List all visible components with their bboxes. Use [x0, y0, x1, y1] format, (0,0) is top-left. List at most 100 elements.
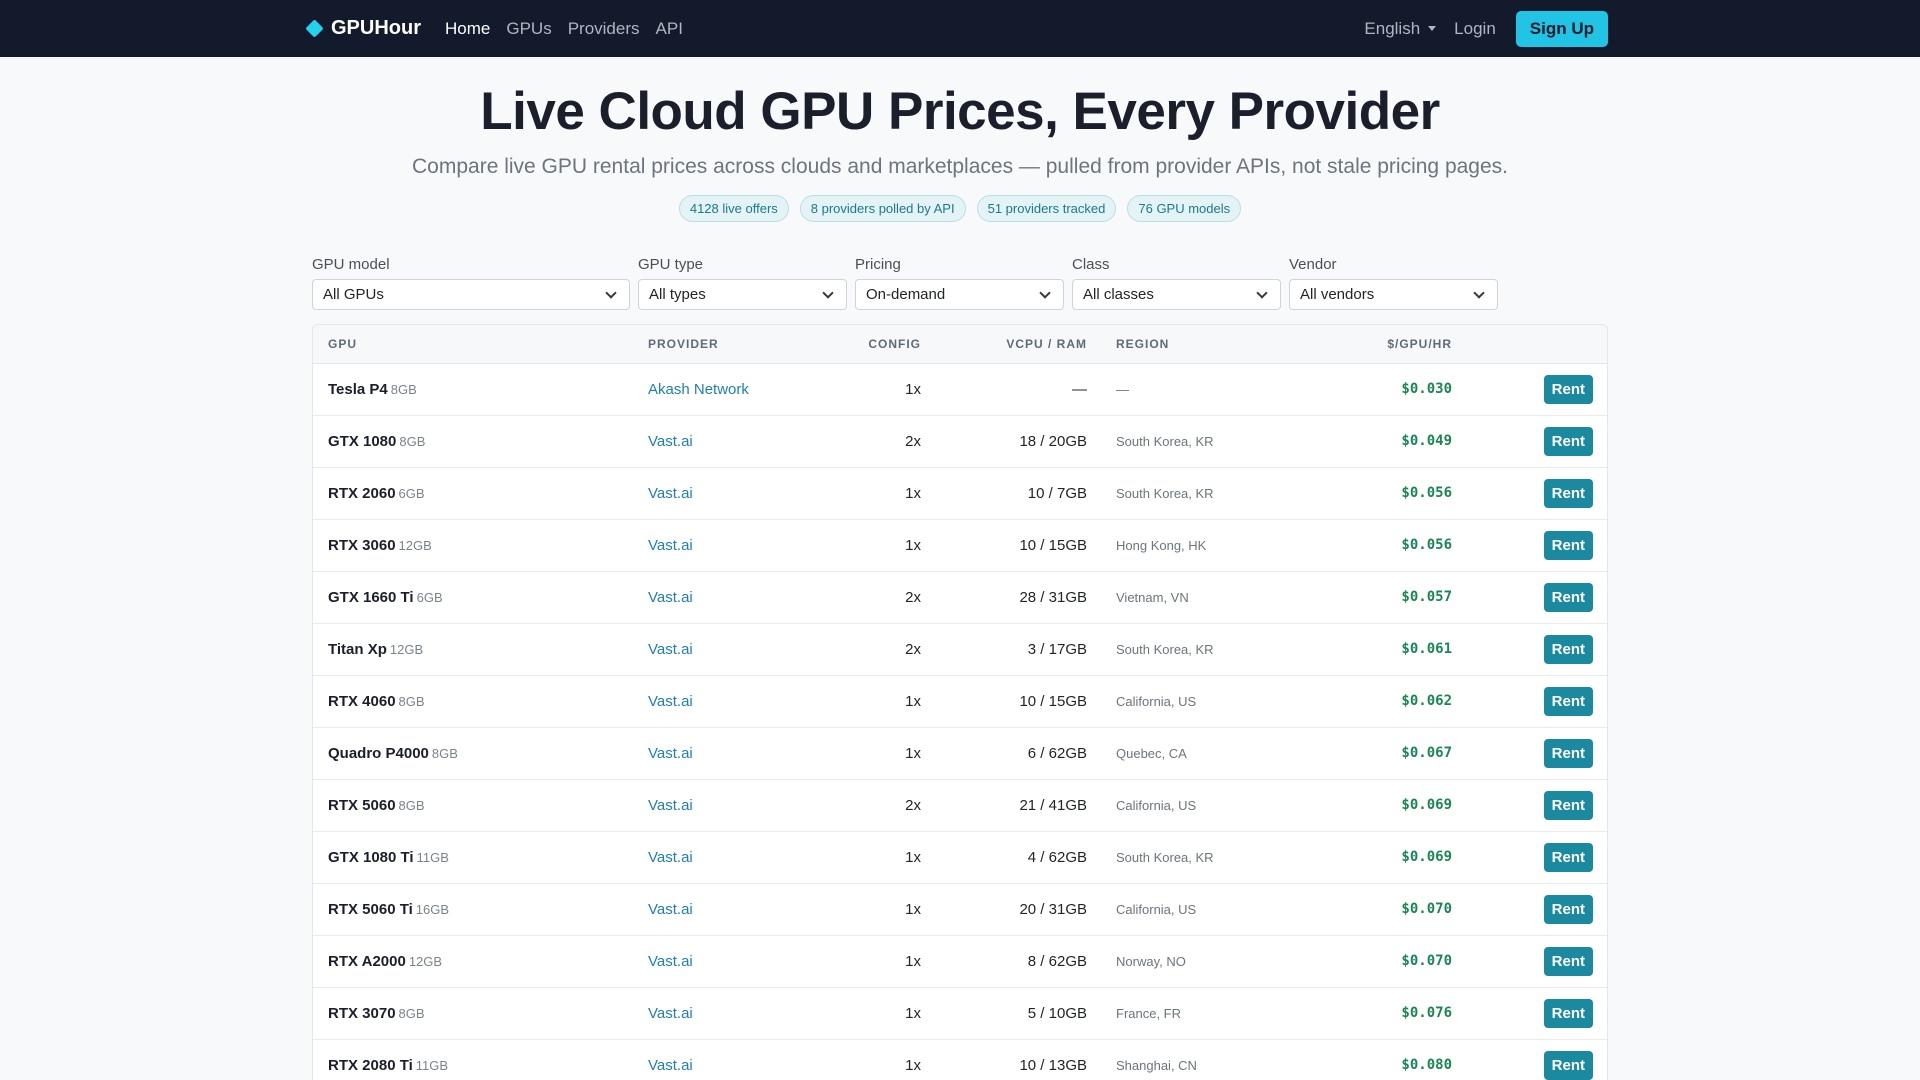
gpu-type-select[interactable]: All types: [638, 279, 847, 311]
filter-label: GPU type: [638, 256, 704, 274]
login-link[interactable]: Login: [1454, 19, 1496, 39]
gpu-cell: RTX 3060 12GB: [313, 519, 648, 571]
chevron-down-icon: [1256, 287, 1268, 299]
brand-logo[interactable]: GPUHour: [305, 17, 421, 40]
filter-gpu-model: GPU model All GPUs: [312, 256, 630, 311]
provider-cell: Vast.ai: [648, 935, 818, 987]
offers-table-card: GPU Provider Config vCPU / RAM Region $/…: [312, 324, 1608, 1080]
language-dropdown[interactable]: English: [1364, 18, 1437, 39]
language-label: English: [1364, 18, 1421, 38]
region-cell: South Korea, KR: [1116, 849, 1214, 865]
gpu-memory: 8GB: [390, 381, 417, 397]
table-row: RTX 2080 Ti 11GB Vast.ai 1x 10 / 13GB Shangha…: [313, 1039, 1607, 1080]
gpu-memory: 6GB: [416, 589, 443, 605]
select-value: All GPUs: [323, 286, 384, 304]
provider-link[interactable]: Vast.ai: [648, 745, 693, 762]
caret-down-icon: [1428, 26, 1437, 31]
rent-button[interactable]: Rent: [1543, 790, 1593, 820]
class-select[interactable]: All classes: [1072, 279, 1281, 311]
gpu-cell: GTX 1660 Ti 6GB: [313, 571, 648, 623]
nav-right: English Login Sign Up: [1364, 10, 1608, 47]
rent-button[interactable]: Rent: [1543, 946, 1593, 976]
provider-link[interactable]: Vast.ai: [648, 589, 693, 606]
provider-link[interactable]: Vast.ai: [648, 849, 693, 866]
nav-left: GPUHour Home GPUs Providers API: [305, 17, 699, 40]
filter-label: Class: [1072, 256, 1110, 274]
nav-gpus[interactable]: GPUs: [506, 19, 551, 39]
provider-link[interactable]: Vast.ai: [648, 641, 693, 658]
pricing-select[interactable]: On-demand: [855, 279, 1064, 311]
vcpu-ram-cell: 10 / 15GB: [1019, 692, 1087, 710]
provider-link[interactable]: Vast.ai: [648, 953, 693, 970]
provider-link[interactable]: Vast.ai: [648, 797, 693, 814]
stat-pill-models: 76 GPU models: [1127, 195, 1242, 223]
region-cell: South Korea, KR: [1116, 485, 1214, 501]
price-cell: $0.049: [1401, 433, 1452, 450]
col-header-vcpu-ram[interactable]: vCPU / RAM: [921, 325, 1087, 364]
gpu-name: GTX 1080: [328, 432, 397, 450]
rent-button[interactable]: Rent: [1543, 478, 1593, 508]
provider-cell: Vast.ai: [648, 571, 818, 623]
provider-link[interactable]: Vast.ai: [648, 901, 693, 918]
region-cell: California, US: [1116, 901, 1197, 917]
rent-cell: Rent: [1452, 571, 1607, 623]
region-cell: Vietnam, VN: [1116, 589, 1189, 605]
gpu-cell: Titan Xp 12GB: [313, 623, 648, 675]
gpu-memory: 11GB: [415, 1057, 449, 1073]
col-header-provider[interactable]: Provider: [648, 325, 818, 364]
provider-link[interactable]: Vast.ai: [648, 485, 693, 502]
provider-link[interactable]: Vast.ai: [648, 537, 693, 554]
gpu-name: RTX 5060: [328, 796, 396, 814]
nav-api[interactable]: API: [656, 19, 683, 39]
rent-button[interactable]: Rent: [1543, 634, 1593, 664]
col-header-gpu[interactable]: GPU: [313, 325, 648, 364]
nav-providers[interactable]: Providers: [568, 19, 640, 39]
provider-cell: Vast.ai: [648, 623, 818, 675]
rent-button[interactable]: Rent: [1543, 894, 1593, 924]
gpu-name: RTX 2080 Ti: [328, 1056, 413, 1074]
gpu-cell: RTX 4060 8GB: [313, 675, 648, 727]
provider-link[interactable]: Vast.ai: [648, 693, 693, 710]
config-cell: 1x: [905, 1056, 921, 1074]
stats-pills: 4128 live offers 8 providers polled by A…: [0, 195, 1920, 223]
stat-pill-tracked: 51 providers tracked: [976, 195, 1117, 223]
provider-link[interactable]: Vast.ai: [648, 433, 693, 450]
rent-button[interactable]: Rent: [1543, 738, 1593, 768]
price-cell: $0.076: [1401, 1005, 1452, 1022]
provider-cell: Vast.ai: [648, 1039, 818, 1080]
select-value: On-demand: [866, 286, 946, 304]
vcpu-ram-cell: 20 / 31GB: [1019, 900, 1087, 918]
rent-button[interactable]: Rent: [1543, 530, 1593, 560]
region-cell: France, FR: [1116, 1005, 1182, 1021]
gpu-cell: RTX 5060 Ti 16GB: [313, 883, 648, 935]
rent-button[interactable]: Rent: [1543, 686, 1593, 716]
provider-link[interactable]: Akash Network: [648, 381, 749, 398]
rent-button[interactable]: Rent: [1543, 582, 1593, 612]
config-cell: 1x: [905, 692, 921, 710]
gpu-cell: RTX 2060 6GB: [313, 467, 648, 519]
stat-pill-offers: 4128 live offers: [678, 195, 789, 223]
gpu-memory: 8GB: [431, 745, 458, 761]
region-cell: South Korea, KR: [1116, 641, 1214, 657]
col-header-region[interactable]: Region: [1087, 325, 1337, 364]
col-header-price[interactable]: $/GPU/hr: [1337, 325, 1452, 364]
col-header-config[interactable]: Config: [818, 325, 921, 364]
rent-button[interactable]: Rent: [1543, 1050, 1593, 1080]
rent-button[interactable]: Rent: [1543, 374, 1593, 404]
rent-button[interactable]: Rent: [1543, 998, 1593, 1028]
filter-pricing: Pricing On-demand: [855, 256, 1064, 311]
nav-home[interactable]: Home: [445, 19, 490, 39]
rent-button[interactable]: Rent: [1543, 842, 1593, 872]
signup-button[interactable]: Sign Up: [1515, 10, 1608, 47]
rent-button[interactable]: Rent: [1543, 426, 1593, 456]
gpu-model-select[interactable]: All GPUs: [312, 279, 630, 311]
table-row: Titan Xp 12GB Vast.ai 2x 3 / 17GB South Korea…: [313, 623, 1607, 676]
vcpu-ram-cell: 18 / 20GB: [1019, 432, 1087, 450]
provider-link[interactable]: Vast.ai: [648, 1005, 693, 1022]
provider-link[interactable]: Vast.ai: [648, 1057, 693, 1074]
filter-label: GPU model: [312, 256, 390, 274]
vcpu-ram-cell: 10 / 13GB: [1019, 1056, 1087, 1074]
vendor-select[interactable]: All vendors: [1289, 279, 1498, 311]
gpu-memory: 8GB: [398, 1005, 425, 1021]
gpu-name: GTX 1080 Ti: [328, 848, 414, 866]
